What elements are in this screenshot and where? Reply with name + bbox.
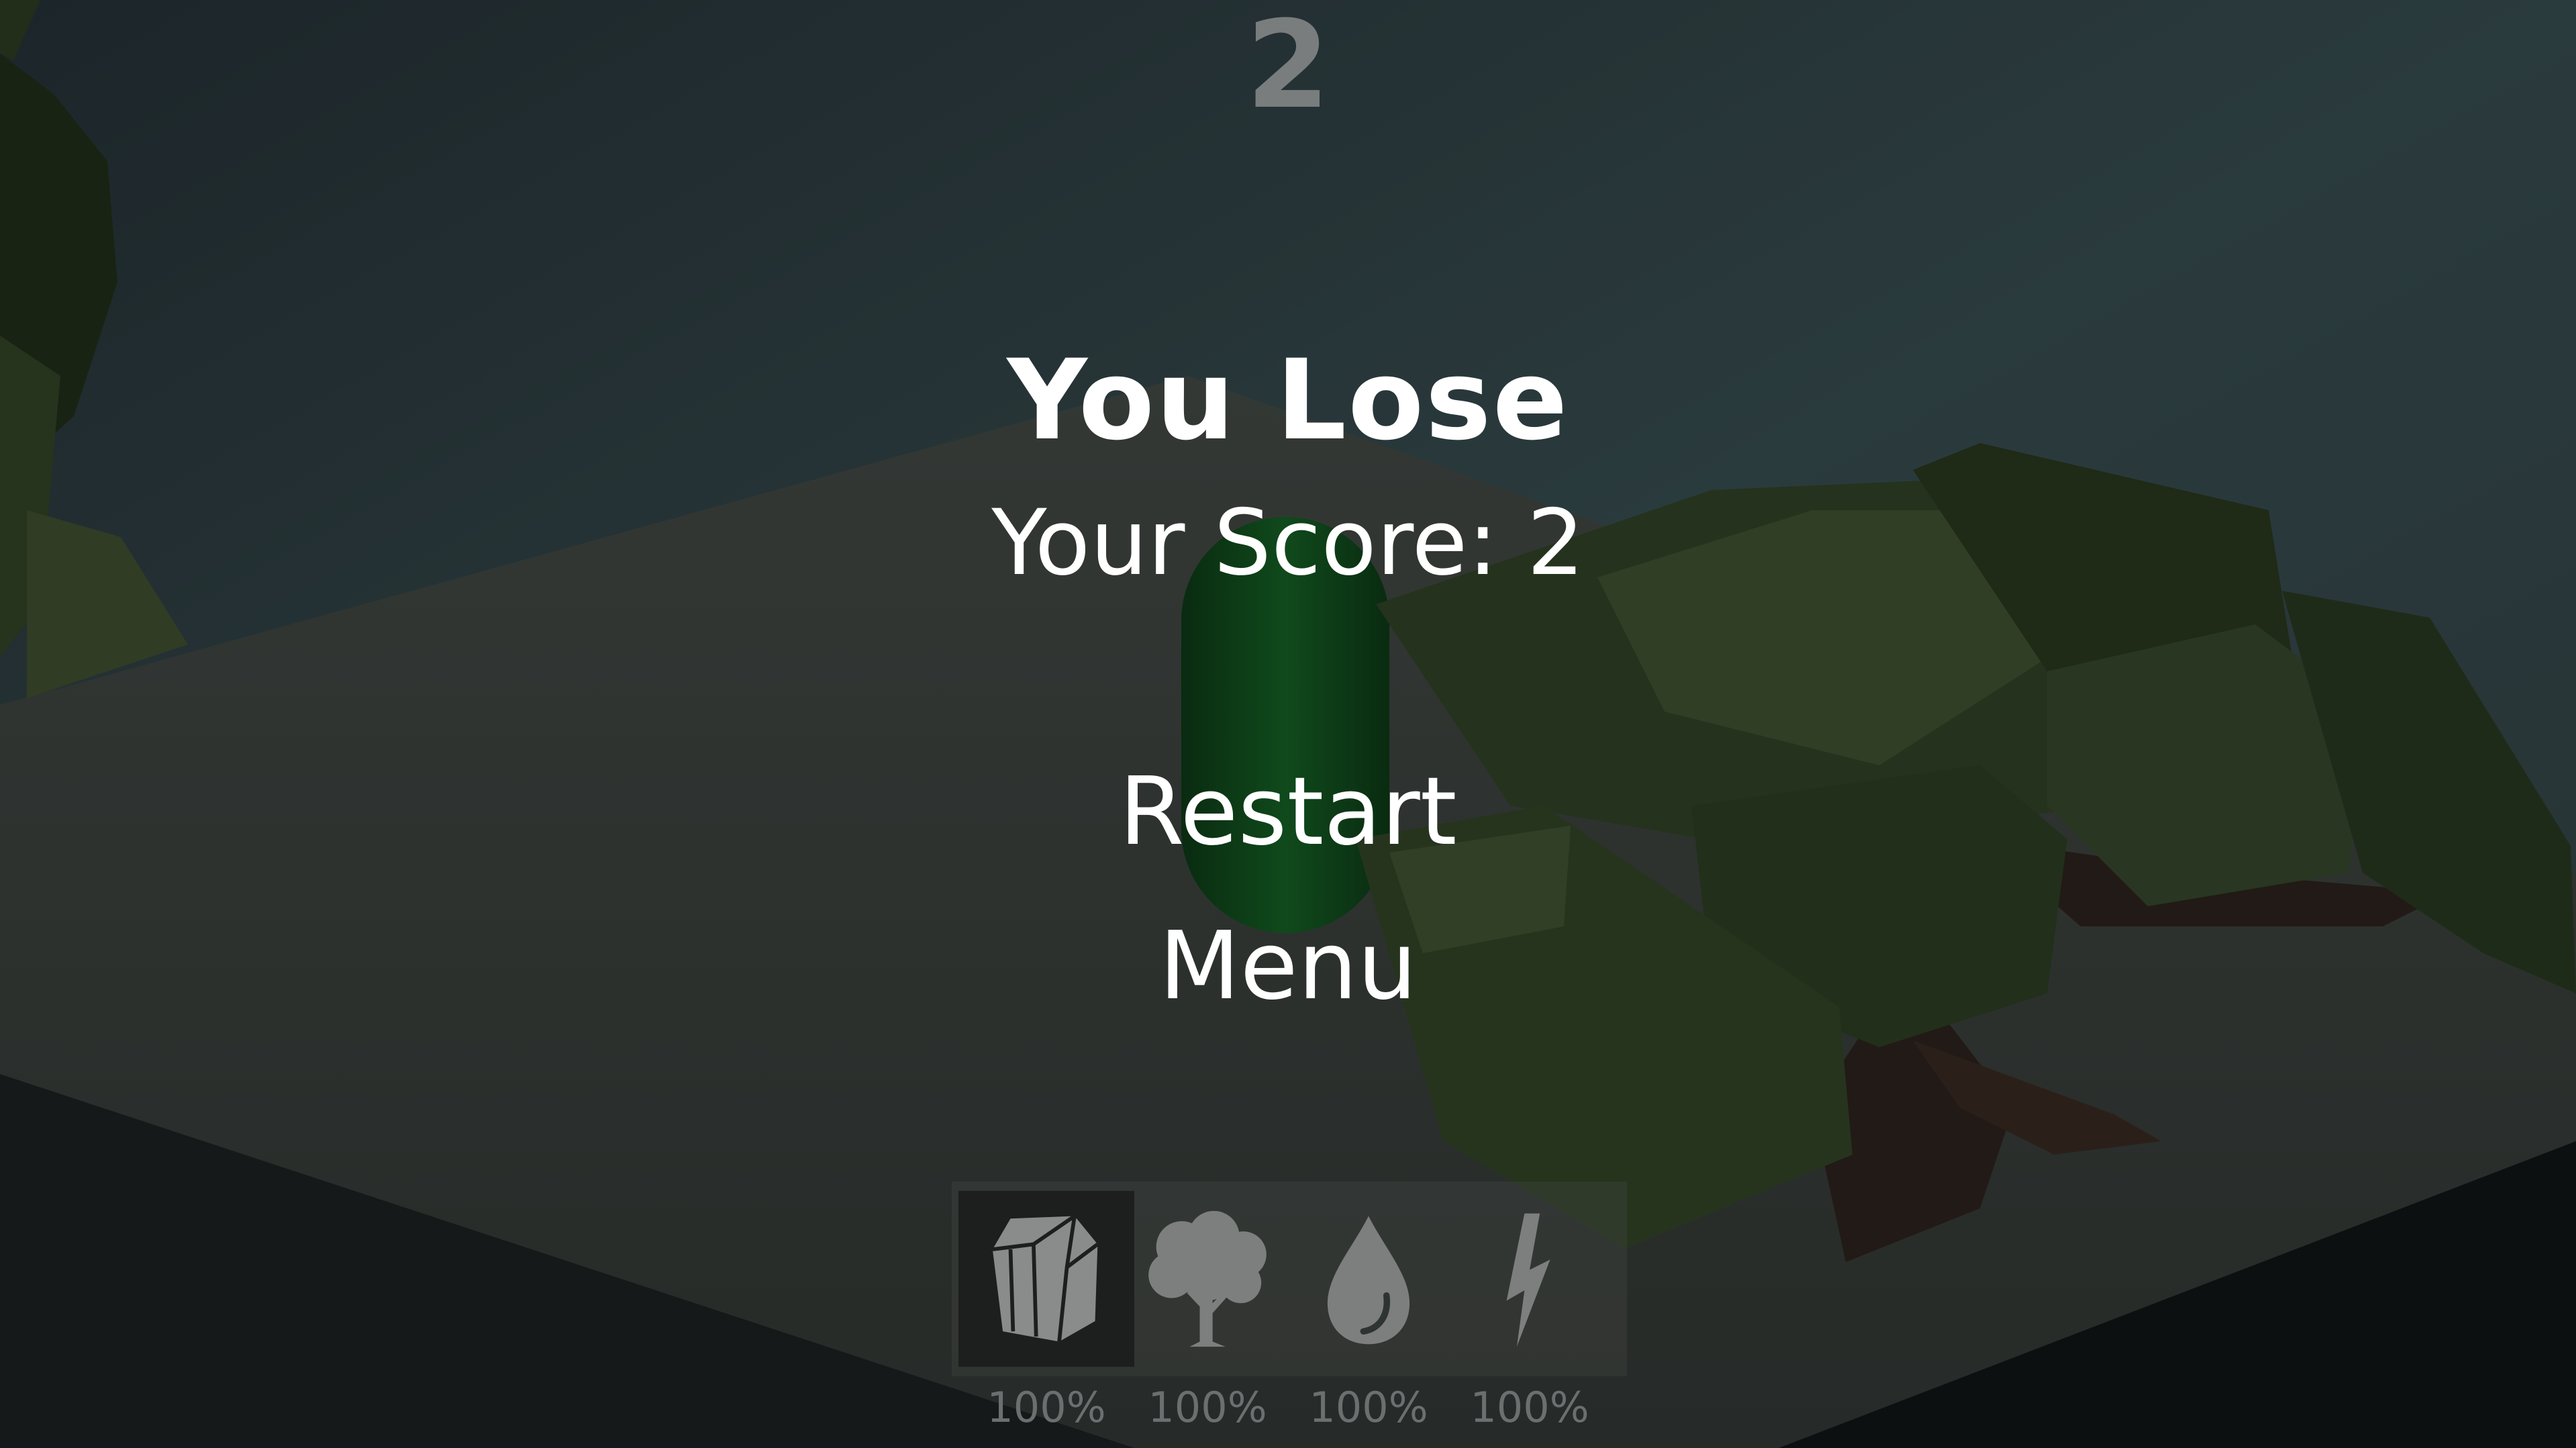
water-drop-icon [1327,1216,1410,1345]
game-over-title: You Lose [1007,336,1569,465]
tool-percent-water: 100% [1309,1383,1428,1432]
tool-slot-water[interactable] [1281,1191,1456,1367]
current-score: 2 [1246,0,1330,136]
tool-slot-rock[interactable] [958,1191,1134,1367]
tool-slot-tree[interactable] [1120,1191,1295,1367]
tree-icon [1148,1210,1267,1347]
tool-slot-lightning[interactable] [1442,1191,1618,1367]
restart-button[interactable]: Restart [1119,765,1456,859]
element-toolbar [952,1181,1627,1376]
final-score-text: Your Score: 2 [991,490,1585,595]
menu-button[interactable]: Menu [1159,920,1417,1014]
tool-percent-lightning: 100% [1470,1383,1589,1432]
tool-percent-rock: 100% [987,1383,1106,1432]
tool-percent-tree: 100% [1148,1383,1267,1432]
rock-icon [992,1214,1099,1342]
lightning-icon [1506,1213,1550,1347]
